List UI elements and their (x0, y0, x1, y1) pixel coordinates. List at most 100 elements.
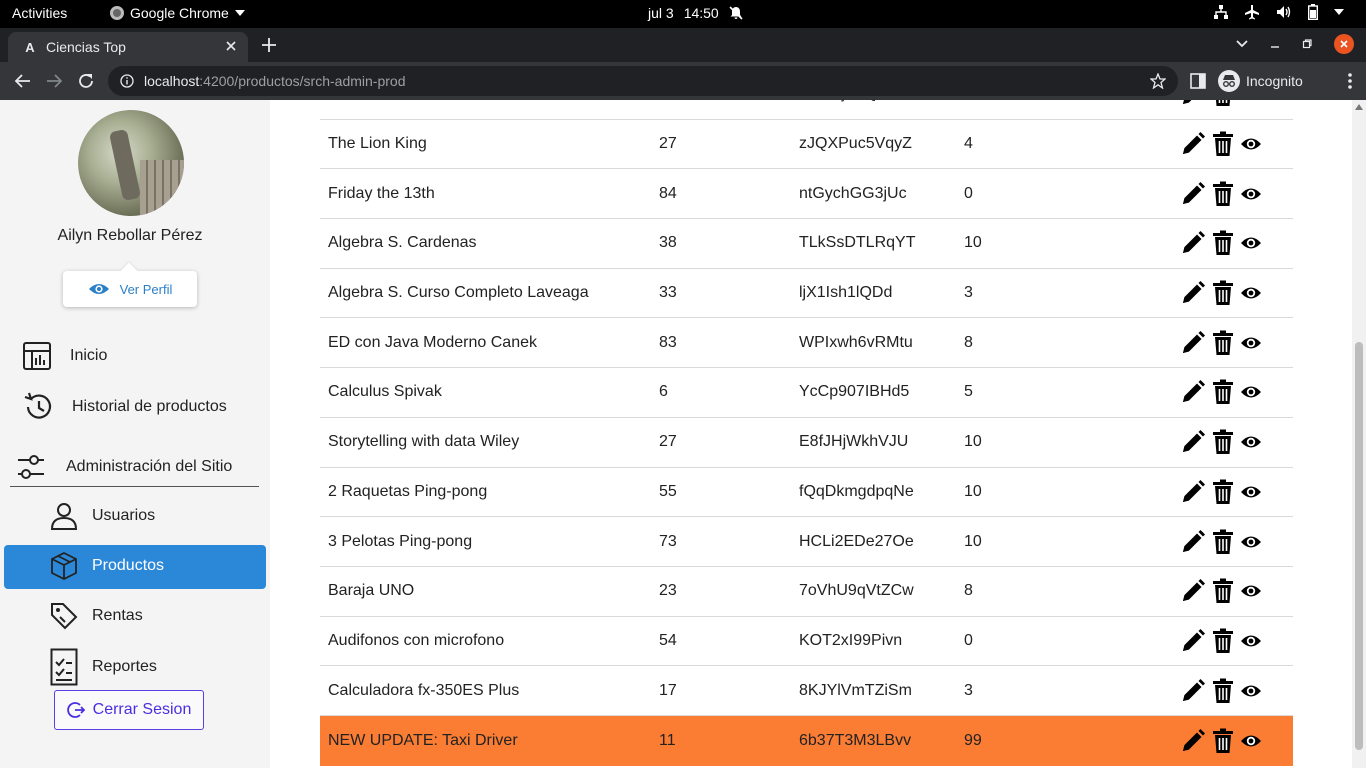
delete-icon[interactable] (1212, 678, 1234, 704)
view-icon[interactable] (1240, 384, 1262, 400)
scroll-up-arrow[interactable] (1355, 104, 1363, 110)
view-icon[interactable] (1240, 633, 1262, 649)
delete-icon[interactable] (1212, 379, 1234, 405)
view-icon[interactable] (1240, 285, 1262, 301)
product-name: The Imitation Game (328, 100, 469, 119)
sidebar: Ailyn Rebollar Pérez Ver Perfil Inicio H… (0, 100, 270, 768)
browser-tab[interactable]: A Ciencias Top (8, 32, 248, 62)
side-panel-icon[interactable] (1190, 73, 1206, 89)
notifications-off-icon (729, 6, 743, 20)
sidebar-item-home[interactable]: Inicio (22, 341, 107, 371)
scrollbar-thumb[interactable] (1355, 342, 1363, 750)
view-icon[interactable] (1240, 136, 1262, 152)
row-actions (1180, 100, 1262, 119)
delete-icon[interactable] (1212, 429, 1234, 455)
delete-icon[interactable] (1212, 230, 1234, 256)
edit-icon[interactable] (1180, 100, 1206, 107)
admin-section-header[interactable]: Administración del Sitio (16, 453, 232, 481)
product-stock: 5 (964, 100, 973, 119)
sidebar-item-history[interactable]: Historial de productos (22, 391, 227, 423)
view-icon[interactable] (1240, 683, 1262, 699)
app-name: Google Chrome (130, 5, 229, 21)
delete-icon[interactable] (1212, 529, 1234, 555)
product-name: Algebra S. Cardenas (328, 234, 477, 252)
delete-icon[interactable] (1212, 131, 1234, 157)
page-scrollbar[interactable] (1352, 100, 1366, 768)
logout-button[interactable]: Cerrar Sesion (54, 690, 204, 730)
minimize-icon[interactable] (1270, 39, 1280, 49)
new-tab-icon[interactable] (260, 36, 278, 54)
view-icon[interactable] (1240, 100, 1262, 102)
delete-icon[interactable] (1212, 181, 1234, 207)
browser-menu-icon[interactable] (1348, 72, 1352, 90)
view-icon[interactable] (1240, 733, 1262, 749)
view-icon[interactable] (1240, 186, 1262, 202)
sidebar-item-reports[interactable]: Reportes (50, 648, 157, 686)
clock[interactable]: jul 3 14:50 (648, 5, 743, 21)
activities-button[interactable]: Activities (12, 5, 67, 21)
product-stock: 3 (964, 284, 973, 302)
incognito-indicator[interactable]: Incognito (1218, 70, 1303, 92)
view-profile-button[interactable]: Ver Perfil (63, 271, 197, 307)
delete-icon[interactable] (1212, 479, 1234, 505)
product-code: 8KJYlVmTZiSm (799, 681, 912, 699)
edit-icon[interactable] (1180, 280, 1206, 306)
bookmark-star-icon[interactable] (1150, 73, 1166, 89)
delete-icon[interactable] (1212, 628, 1234, 654)
close-window-button[interactable] (1334, 34, 1354, 54)
forward-icon[interactable] (45, 72, 63, 90)
sidebar-item-rentals[interactable]: Rentas (50, 602, 143, 630)
delete-icon[interactable] (1212, 578, 1234, 604)
sidebar-item-users[interactable]: Usuarios (50, 502, 155, 530)
tab-search-icon[interactable] (1236, 40, 1248, 48)
report-icon (50, 648, 78, 686)
product-code: HCLi2EDe27Oe (799, 532, 914, 550)
back-icon[interactable] (14, 72, 32, 90)
edit-icon[interactable] (1180, 728, 1206, 754)
edit-icon[interactable] (1180, 131, 1206, 157)
product-stock: 0 (964, 631, 973, 649)
sidebar-item-products[interactable]: Productos (50, 551, 164, 581)
view-icon[interactable] (1240, 583, 1262, 599)
row-actions (1180, 169, 1262, 218)
delete-icon[interactable] (1212, 728, 1234, 754)
view-icon[interactable] (1240, 484, 1262, 500)
edit-icon[interactable] (1180, 578, 1206, 604)
edit-icon[interactable] (1180, 678, 1206, 704)
view-icon[interactable] (1240, 335, 1262, 351)
delete-icon[interactable] (1212, 280, 1234, 306)
sidebar-label-reports: Reportes (92, 658, 157, 675)
edit-icon[interactable] (1180, 479, 1206, 505)
edit-icon[interactable] (1180, 230, 1206, 256)
caret-down-icon (1334, 9, 1344, 15)
table-row: ED con Java Moderno Canek 83 WPIxwh6vRMtu 8 (320, 318, 1293, 369)
edit-icon[interactable] (1180, 379, 1206, 405)
delete-icon[interactable] (1212, 100, 1234, 107)
edit-icon[interactable] (1180, 628, 1206, 654)
date: jul 3 (648, 5, 674, 21)
row-actions (1180, 219, 1262, 268)
restore-icon[interactable] (1302, 39, 1312, 49)
view-icon[interactable] (1240, 534, 1262, 550)
product-name: Calculadora fx-350ES Plus (328, 681, 520, 699)
system-tray[interactable] (1214, 4, 1344, 20)
edit-icon[interactable] (1180, 181, 1206, 207)
view-icon[interactable] (1240, 235, 1262, 251)
reload-icon[interactable] (77, 72, 95, 90)
sidebar-label-rentals: Rentas (92, 607, 143, 624)
delete-icon[interactable] (1212, 330, 1234, 356)
address-bar[interactable]: localhost:4200/productos/srch-admin-prod (108, 66, 1178, 96)
eye-icon (88, 284, 109, 294)
row-actions (1180, 468, 1262, 517)
close-tab-icon[interactable] (224, 39, 238, 53)
close-icon (1340, 40, 1348, 48)
edit-icon[interactable] (1180, 330, 1206, 356)
site-info-icon[interactable] (120, 74, 134, 88)
edit-icon[interactable] (1180, 529, 1206, 555)
edit-icon[interactable] (1180, 429, 1206, 455)
products-table: The Imitation Game8WSc2jP7QNtv3O5The Lio… (320, 100, 1293, 766)
app-menu[interactable]: Google Chrome (110, 5, 245, 21)
product-stock: 0 (964, 184, 973, 202)
view-icon[interactable] (1240, 434, 1262, 450)
row-actions (1180, 517, 1262, 566)
